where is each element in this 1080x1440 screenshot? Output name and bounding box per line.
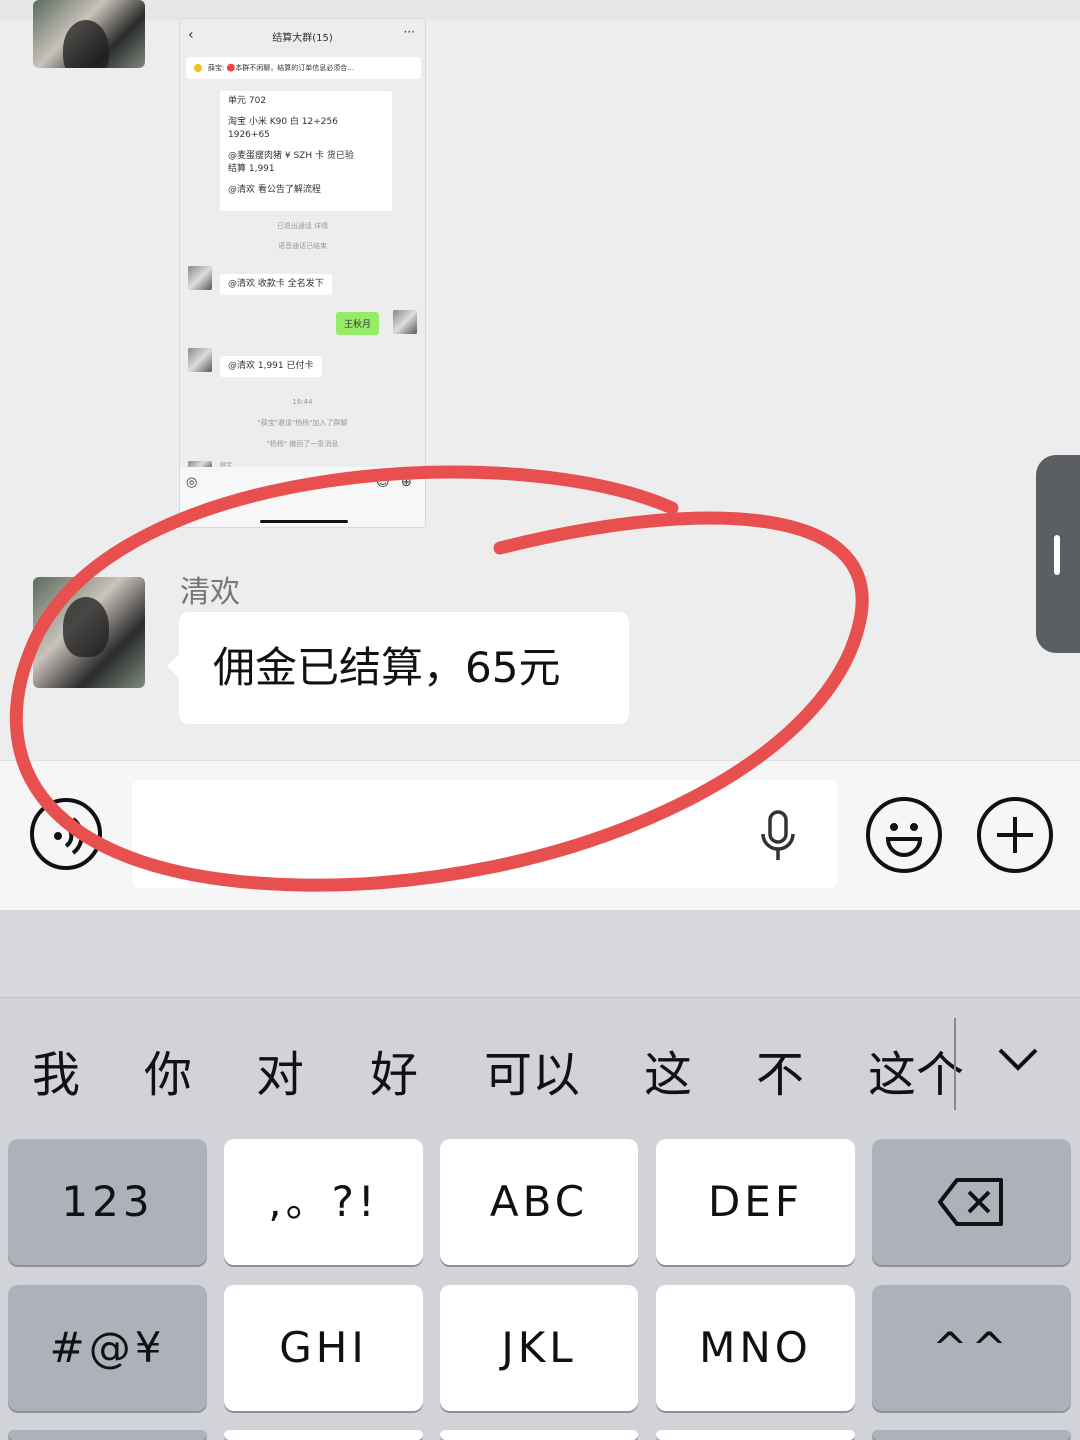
key-123[interactable]: 123 — [8, 1139, 207, 1265]
key-punctuation[interactable]: ,。?! — [224, 1139, 423, 1265]
candidate-word[interactable]: 这 — [644, 1030, 692, 1120]
candidate-bar: 我 你 对 好 可以 这 不 这个 — [0, 1030, 1080, 1120]
key-mno[interactable]: MNO — [656, 1285, 855, 1411]
candidate-word[interactable]: 对 — [256, 1030, 304, 1120]
key-ghi[interactable]: GHI — [224, 1285, 423, 1411]
candidate-word[interactable]: 你 — [144, 1030, 192, 1120]
key-partial[interactable] — [656, 1430, 855, 1440]
candidate-word[interactable]: 好 — [370, 1030, 418, 1120]
backspace-icon — [937, 1178, 1003, 1226]
backspace-key[interactable] — [872, 1139, 1071, 1265]
candidate-word[interactable]: 我 — [32, 1030, 80, 1120]
candidate-word[interactable]: 不 — [756, 1030, 804, 1120]
key-symbols[interactable]: #@¥ — [8, 1285, 207, 1411]
key-partial[interactable] — [224, 1430, 423, 1440]
candidate-word[interactable]: 这个 — [868, 1030, 964, 1120]
key-def[interactable]: DEF — [656, 1139, 855, 1265]
key-emoticon[interactable]: ^^ — [872, 1285, 1071, 1411]
chevron-down-icon[interactable] — [996, 1040, 1040, 1076]
candidate-word[interactable]: 可以 — [484, 1030, 580, 1120]
candidate-divider — [954, 1018, 956, 1110]
key-partial[interactable] — [8, 1430, 207, 1440]
key-abc[interactable]: ABC — [440, 1139, 638, 1265]
key-partial[interactable] — [872, 1430, 1071, 1440]
key-partial[interactable] — [440, 1430, 638, 1440]
key-jkl[interactable]: JKL — [440, 1285, 638, 1411]
keyboard-toolbar — [0, 910, 1080, 998]
